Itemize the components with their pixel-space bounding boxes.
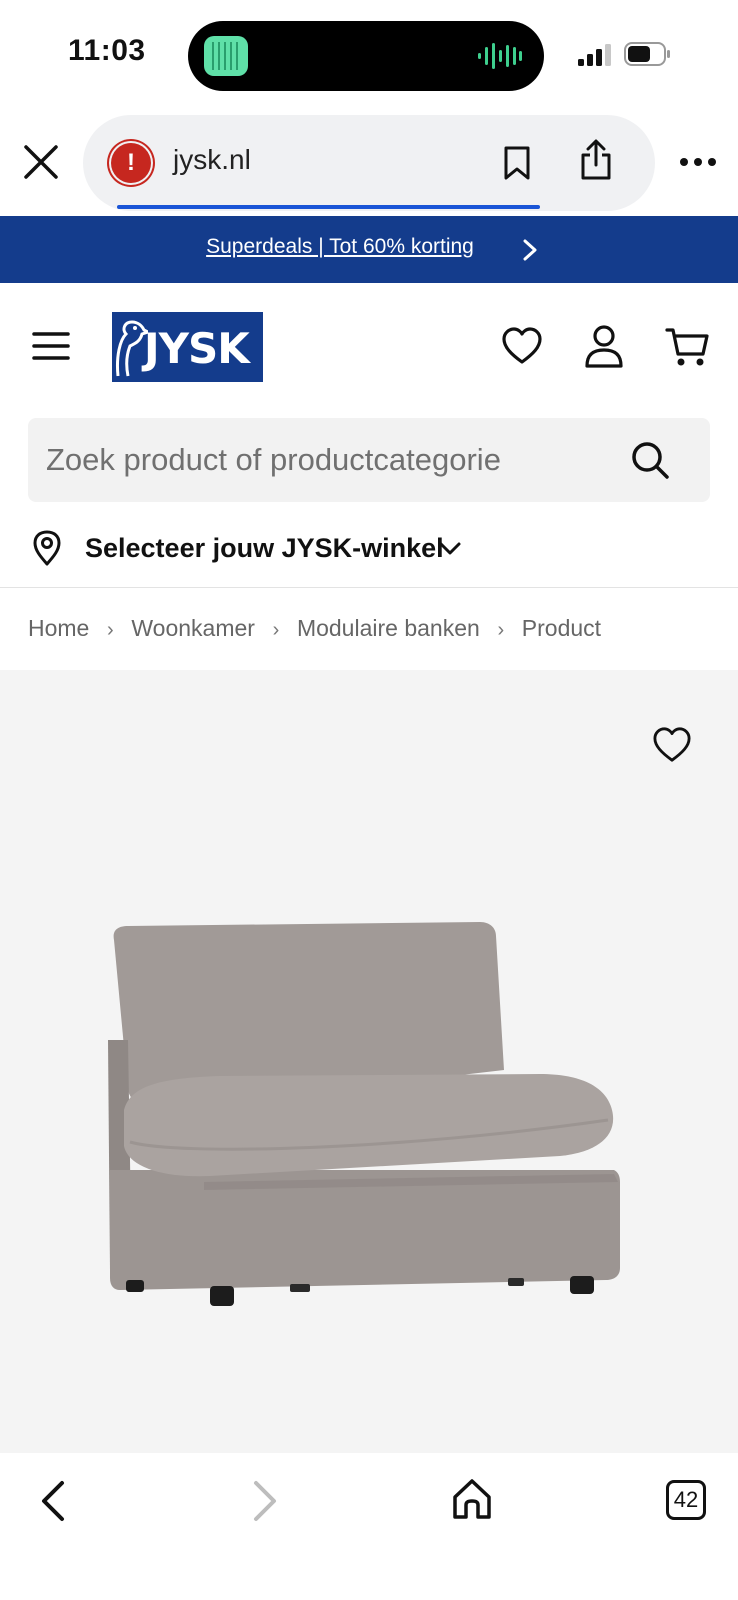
promo-banner[interactable]: Superdeals | Tot 60% korting (0, 216, 738, 283)
breadcrumb-product: Product (521, 615, 602, 641)
store-selector[interactable]: Selecteer jouw JYSK-winkel (85, 533, 444, 564)
audio-wave-icon (478, 43, 522, 69)
logo-text: JYSK (144, 324, 250, 373)
sofa-product-image (108, 922, 620, 1306)
back-icon[interactable] (38, 1479, 70, 1523)
search-icon[interactable] (630, 440, 670, 480)
breadcrumb: Home › Woonkamer › Modulaire banken › Product (28, 615, 601, 642)
chevron-down-icon[interactable] (438, 540, 462, 558)
share-icon[interactable] (579, 139, 613, 181)
chevron-right-icon: › (272, 619, 280, 641)
breadcrumb-home[interactable]: Home (28, 615, 89, 642)
divider (0, 587, 738, 588)
chevron-right-icon (523, 239, 537, 261)
page-load-progress (117, 205, 540, 209)
hamburger-icon[interactable] (32, 330, 70, 362)
forward-icon[interactable] (248, 1479, 280, 1523)
pin-icon[interactable] (32, 530, 62, 566)
heart-icon[interactable] (652, 726, 692, 764)
warning-icon[interactable]: ! (111, 143, 151, 183)
url-text[interactable]: jysk.nl (173, 144, 251, 176)
close-icon[interactable] (22, 143, 60, 181)
browser-bottom-nav: 42 (0, 1453, 738, 1600)
promo-text[interactable]: Superdeals | Tot 60% korting (0, 235, 680, 259)
heart-icon[interactable] (501, 326, 543, 366)
live-activity-app-icon (204, 36, 248, 76)
logo-bird-icon (116, 320, 148, 377)
dynamic-island (188, 21, 544, 91)
tabs-button[interactable]: 42 (666, 1480, 706, 1520)
home-icon[interactable] (452, 1477, 492, 1521)
search-bar[interactable] (28, 418, 710, 502)
chevron-right-icon: › (497, 619, 505, 641)
battery-icon (624, 42, 670, 66)
breadcrumb-modulaire-banken[interactable]: Modulaire banken (297, 615, 480, 642)
status-time: 11:03 (68, 34, 146, 67)
breadcrumb-woonkamer[interactable]: Woonkamer (131, 615, 255, 642)
signal-icon (578, 44, 611, 66)
bookmark-icon[interactable] (503, 145, 531, 181)
jysk-logo[interactable]: JYSK (112, 312, 263, 382)
cart-icon[interactable] (665, 326, 709, 368)
address-bar[interactable]: ! jysk.nl (83, 115, 655, 211)
product-image-area[interactable] (0, 670, 738, 1453)
user-icon[interactable] (584, 324, 624, 368)
chevron-right-icon: › (107, 619, 114, 641)
search-input[interactable] (46, 418, 606, 502)
more-icon[interactable] (680, 150, 716, 174)
